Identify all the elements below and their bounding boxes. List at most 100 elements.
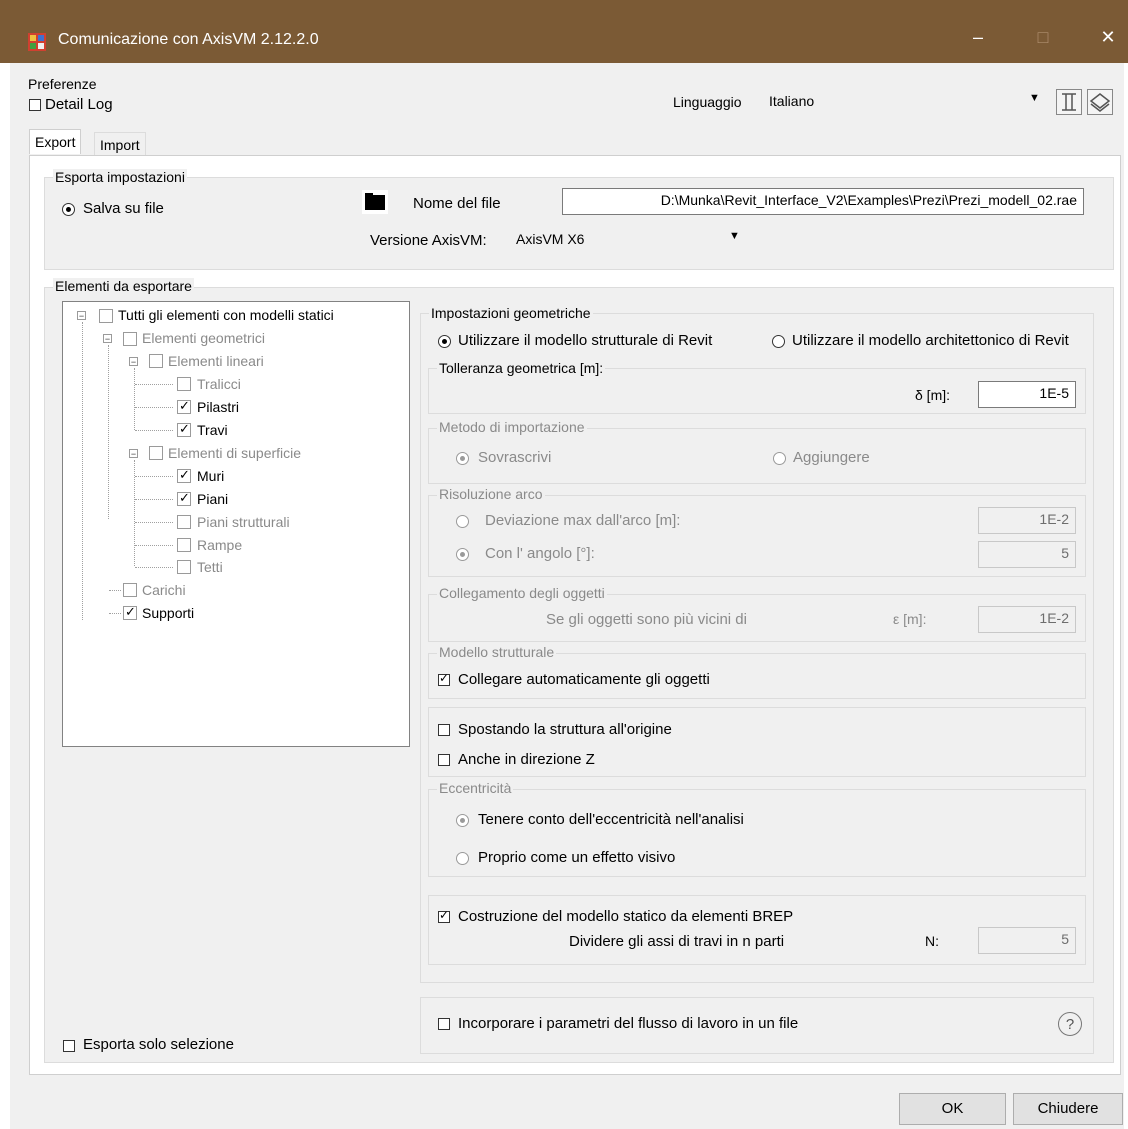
language-select[interactable]: Italiano ▼	[763, 89, 1046, 115]
save-to-file-radio[interactable]	[62, 203, 75, 216]
folder-icon[interactable]	[362, 190, 388, 214]
tab-export[interactable]: Export	[29, 129, 82, 154]
tree-line	[135, 567, 173, 568]
file-path-field[interactable]: D:\Munka\Revit_Interface_V2\Examples\Pre…	[562, 188, 1084, 215]
divide-label: Dividere gli assi di travi in n parti	[569, 933, 785, 950]
save-to-file-label: Salva su file	[83, 200, 164, 217]
tree-line	[134, 368, 135, 430]
tab-export-label: Export	[35, 134, 76, 150]
ok-button[interactable]: OK	[899, 1093, 1006, 1125]
angle-radio[interactable]	[456, 548, 469, 561]
delta-field[interactable]: 1E-5	[978, 381, 1076, 408]
tree-item-geom[interactable]: Elementi geometrici	[142, 330, 265, 346]
add-label: Aggiungere	[793, 449, 870, 466]
close-window-button[interactable]: ✕	[1093, 27, 1123, 48]
tree-line	[135, 430, 173, 431]
arc-label: Risoluzione arco	[437, 486, 545, 502]
tree-checkbox-tetti[interactable]	[177, 560, 191, 574]
tree-item-rampe[interactable]: Rampe	[197, 537, 242, 553]
add-radio[interactable]	[773, 452, 786, 465]
tree-checkbox-linear[interactable]	[149, 354, 163, 368]
move-origin-checkbox[interactable]	[438, 724, 450, 736]
detail-log-checkbox[interactable]	[29, 99, 41, 111]
tree-item-tetti[interactable]: Tetti	[197, 559, 223, 575]
elements-tree[interactable]: − Tutti gli elementi con modelli statici…	[62, 301, 410, 747]
tree-checkbox-supporti[interactable]	[123, 604, 137, 620]
tree-checkbox-pilastri[interactable]	[177, 398, 191, 414]
collapse-icon[interactable]: −	[129, 449, 138, 459]
workflow-label: Incorporare i parametri del flusso di la…	[458, 1015, 799, 1032]
tree-checkbox-tralicci[interactable]	[177, 377, 191, 391]
collapse-icon[interactable]: −	[129, 357, 138, 367]
beam-view-icon[interactable]	[1056, 89, 1082, 115]
collapse-icon[interactable]: −	[77, 311, 86, 321]
max-dev-label: Deviazione max dall'arco [m]:	[485, 512, 681, 529]
brep-checkbox[interactable]	[438, 908, 450, 923]
overwrite-label: Sovrascrivi	[478, 449, 552, 466]
close-button[interactable]: Chiudere	[1013, 1093, 1123, 1125]
detail-log-label: Detail Log	[45, 96, 113, 113]
tree-line	[135, 476, 173, 477]
tree-checkbox-surface[interactable]	[149, 446, 163, 460]
tree-checkbox-carichi[interactable]	[123, 583, 137, 597]
ecc-visual-radio[interactable]	[456, 852, 469, 865]
max-dev-radio[interactable]	[456, 515, 469, 528]
tree-line	[82, 322, 83, 620]
max-dev-field[interactable]: 1E-2	[978, 507, 1076, 534]
tree-checkbox-muri[interactable]	[177, 467, 191, 483]
tree-item-all[interactable]: Tutti gli elementi con modelli statici	[118, 307, 334, 323]
z-direction-label: Anche in direzione Z	[458, 751, 595, 768]
tree-item-tralicci[interactable]: Tralicci	[197, 376, 241, 392]
title-bar: Comunicazione con AxisVM 2.12.2.0 – □ ✕	[0, 0, 1128, 63]
export-selection-checkbox[interactable]	[63, 1040, 75, 1052]
elements-label: Elementi da esportare	[53, 278, 194, 294]
connect-label: Collegamento degli oggetti	[437, 585, 607, 601]
tree-item-surface[interactable]: Elementi di superficie	[168, 445, 301, 461]
tree-checkbox-all[interactable]	[99, 309, 113, 323]
layer-view-icon[interactable]	[1087, 89, 1113, 115]
angle-field[interactable]: 5	[978, 541, 1076, 568]
ecc-analysis-radio[interactable]	[456, 814, 469, 827]
tree-line	[135, 384, 173, 385]
workflow-checkbox[interactable]	[438, 1018, 450, 1030]
chevron-down-icon: ▼	[729, 230, 740, 242]
connect-text: Se gli oggetti sono più vicini di	[546, 611, 747, 628]
move-origin-label: Spostando la struttura all'origine	[458, 721, 672, 738]
tree-item-muri[interactable]: Muri	[197, 468, 224, 484]
tree-checkbox-piani-strutturali[interactable]	[177, 515, 191, 529]
tree-checkbox-rampe[interactable]	[177, 538, 191, 552]
tree-item-piani[interactable]: Piani	[197, 491, 228, 507]
eps-field[interactable]: 1E-2	[978, 606, 1076, 633]
ecc-visual-label: Proprio come un effetto visivo	[478, 849, 676, 866]
maximize-button[interactable]: □	[1028, 27, 1058, 48]
tree-item-carichi[interactable]: Carichi	[142, 582, 186, 598]
n-field[interactable]: 5	[978, 927, 1076, 954]
tab-import-label: Import	[100, 137, 140, 153]
structural-model-label: Utilizzare il modello strutturale di Rev…	[458, 332, 713, 349]
eccentricity-label: Eccentricità	[437, 780, 514, 796]
minimize-button[interactable]: –	[963, 27, 993, 48]
tab-import[interactable]: Import	[94, 132, 146, 157]
help-icon[interactable]: ?	[1058, 1012, 1082, 1036]
tree-item-supporti[interactable]: Supporti	[142, 605, 194, 621]
tolerance-label: Tolleranza geometrica [m]:	[437, 360, 606, 376]
auto-connect-checkbox[interactable]	[438, 671, 450, 686]
tree-line	[109, 613, 121, 614]
language-label: Linguaggio	[673, 94, 742, 110]
architectural-model-radio[interactable]	[772, 335, 785, 348]
z-direction-checkbox[interactable]	[438, 754, 450, 766]
app-icon	[28, 33, 46, 51]
tree-checkbox-piani[interactable]	[177, 490, 191, 506]
tree-checkbox-geom[interactable]	[123, 332, 137, 346]
tree-checkbox-travi[interactable]	[177, 421, 191, 437]
collapse-icon[interactable]: −	[103, 334, 112, 344]
overwrite-radio[interactable]	[456, 452, 469, 465]
tree-line	[135, 407, 173, 408]
structural-model-radio[interactable]	[438, 335, 451, 348]
tree-item-pilastri[interactable]: Pilastri	[197, 399, 239, 415]
tree-item-piani-strutturali[interactable]: Piani strutturali	[197, 514, 290, 530]
version-select[interactable]: AxisVM X6 ▼	[510, 227, 748, 253]
tree-item-linear[interactable]: Elementi lineari	[168, 353, 264, 369]
file-name-label: Nome del file	[413, 195, 501, 212]
tree-item-travi[interactable]: Travi	[197, 422, 228, 438]
